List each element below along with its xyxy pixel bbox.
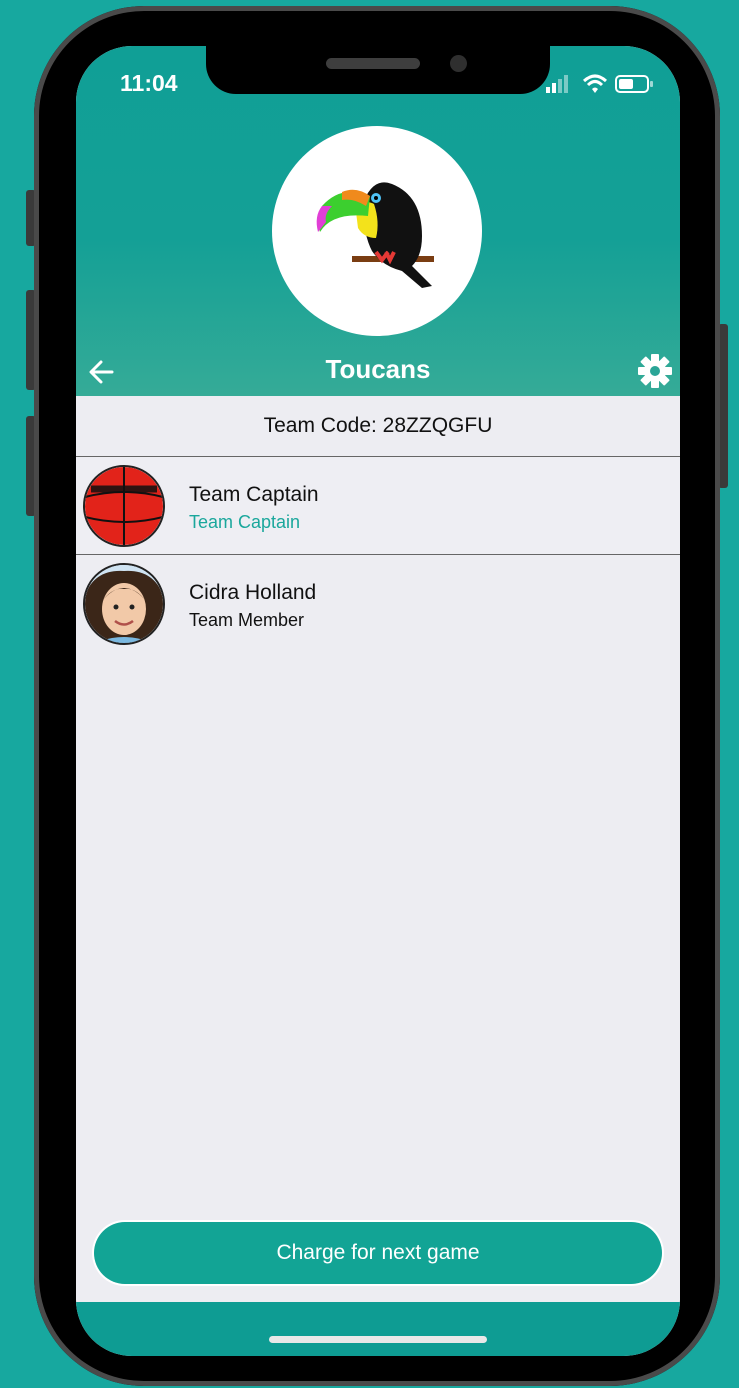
avatar (83, 563, 165, 645)
gear-icon (638, 354, 672, 388)
app-screen: 11:04 Toucans Team Code: 28ZZQGFU Team C… (76, 46, 680, 1356)
settings-button[interactable] (636, 352, 674, 390)
member-row-captain[interactable]: Team Captain Team Captain (76, 457, 680, 555)
member-name: Team Captain (189, 483, 319, 506)
status-icons (546, 74, 653, 93)
charge-next-game-button[interactable]: Charge for next game (94, 1222, 662, 1284)
avatar (83, 465, 165, 547)
speaker (326, 58, 420, 69)
bottom-bar (76, 1302, 680, 1356)
member-name: Cidra Holland (189, 581, 317, 604)
battery-icon (615, 75, 653, 93)
home-indicator[interactable] (269, 1336, 487, 1343)
member-list: Team Captain Team Captain Cidra Holland … (76, 457, 680, 652)
member-row[interactable]: Cidra Holland Team Member (76, 555, 680, 652)
status-time: 11:04 (120, 70, 178, 96)
team-logo (272, 126, 482, 336)
toucan-logo-image (316, 182, 434, 288)
team-code: Team Code: 28ZZQGFU (76, 396, 680, 457)
team-name-title: Toucans (325, 354, 431, 384)
basketball-avatar-image (85, 467, 163, 545)
team-header: 11:04 Toucans (76, 46, 680, 396)
wifi-icon (582, 74, 608, 93)
child-photo-avatar (85, 565, 163, 643)
front-camera (450, 55, 467, 72)
signal-icon (546, 75, 568, 93)
member-role: Team Captain (189, 512, 301, 532)
member-role: Team Member (189, 610, 305, 630)
notch (206, 46, 550, 94)
